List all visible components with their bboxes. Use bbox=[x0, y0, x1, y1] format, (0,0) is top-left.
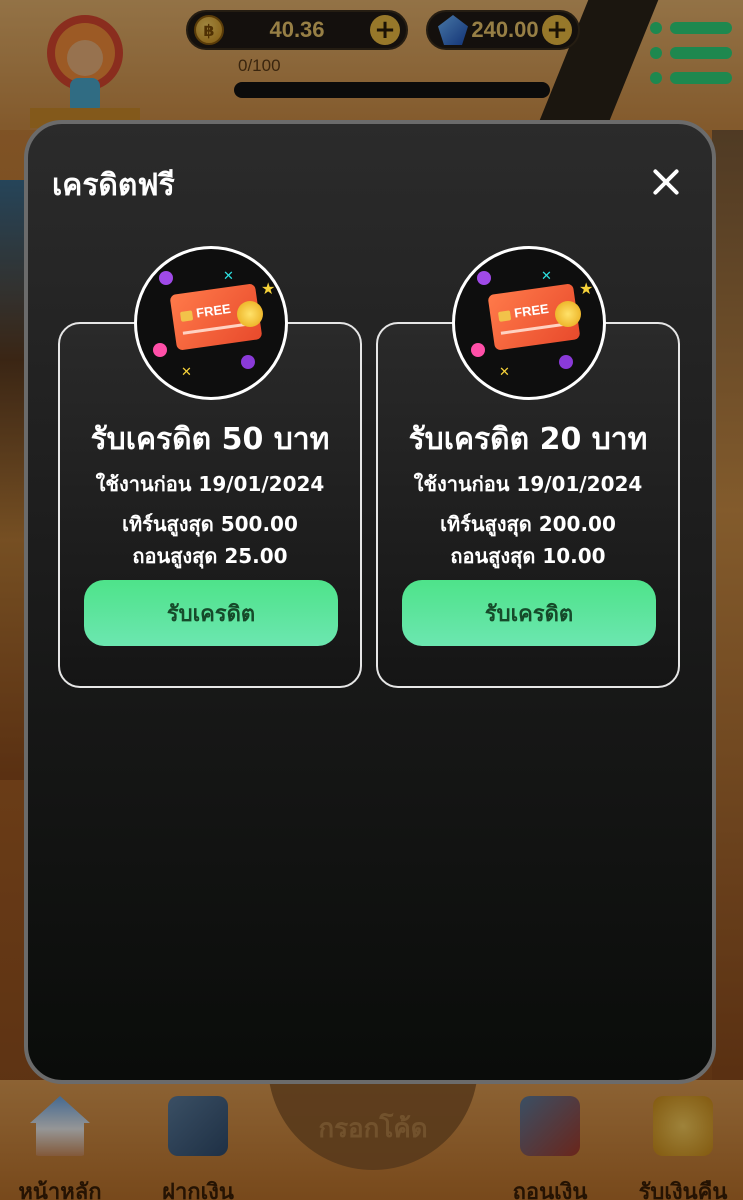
offer-expiry: ใช้งานก่อน 19/01/2024 bbox=[413, 472, 643, 496]
free-label: FREE bbox=[513, 300, 550, 321]
offer-max-turnover: เทิร์นสูงสุด 500.00 bbox=[122, 512, 298, 536]
offer-title: รับเครดิต 20 บาท bbox=[408, 422, 648, 457]
credit-card-offer: ✕ ★ FREE ✕ รับเครดิต 20 บาท ใช้งานก่อน 1… bbox=[376, 246, 680, 688]
free-credit-modal: เครดิตฟรี ✕ ★ FREE ✕ รับเครดิต 50 บาท ใช… bbox=[24, 120, 716, 1084]
offer-max-turnover: เทิร์นสูงสุด 200.00 bbox=[440, 512, 616, 536]
coin-icon bbox=[237, 301, 263, 327]
free-credit-badge: ✕ ★ FREE ✕ bbox=[452, 246, 606, 400]
offer-max-withdraw: ถอนสูงสุด 25.00 bbox=[132, 544, 288, 568]
offer-title: รับเครดิต 50 บาท bbox=[90, 422, 330, 457]
close-icon[interactable] bbox=[648, 164, 684, 200]
offer-max-withdraw: ถอนสูงสุด 10.00 bbox=[450, 544, 606, 568]
free-label: FREE bbox=[195, 300, 232, 321]
modal-title: เครดิตฟรี bbox=[52, 168, 175, 203]
free-credit-badge: ✕ ★ FREE ✕ bbox=[134, 246, 288, 400]
claim-credit-button[interactable]: รับเครดิต bbox=[84, 580, 338, 646]
credit-card-offer: ✕ ★ FREE ✕ รับเครดิต 50 บาท ใช้งานก่อน 1… bbox=[58, 246, 362, 688]
offer-expiry: ใช้งานก่อน 19/01/2024 bbox=[95, 472, 325, 496]
coin-icon bbox=[555, 301, 581, 327]
claim-credit-button[interactable]: รับเครดิต bbox=[402, 580, 656, 646]
